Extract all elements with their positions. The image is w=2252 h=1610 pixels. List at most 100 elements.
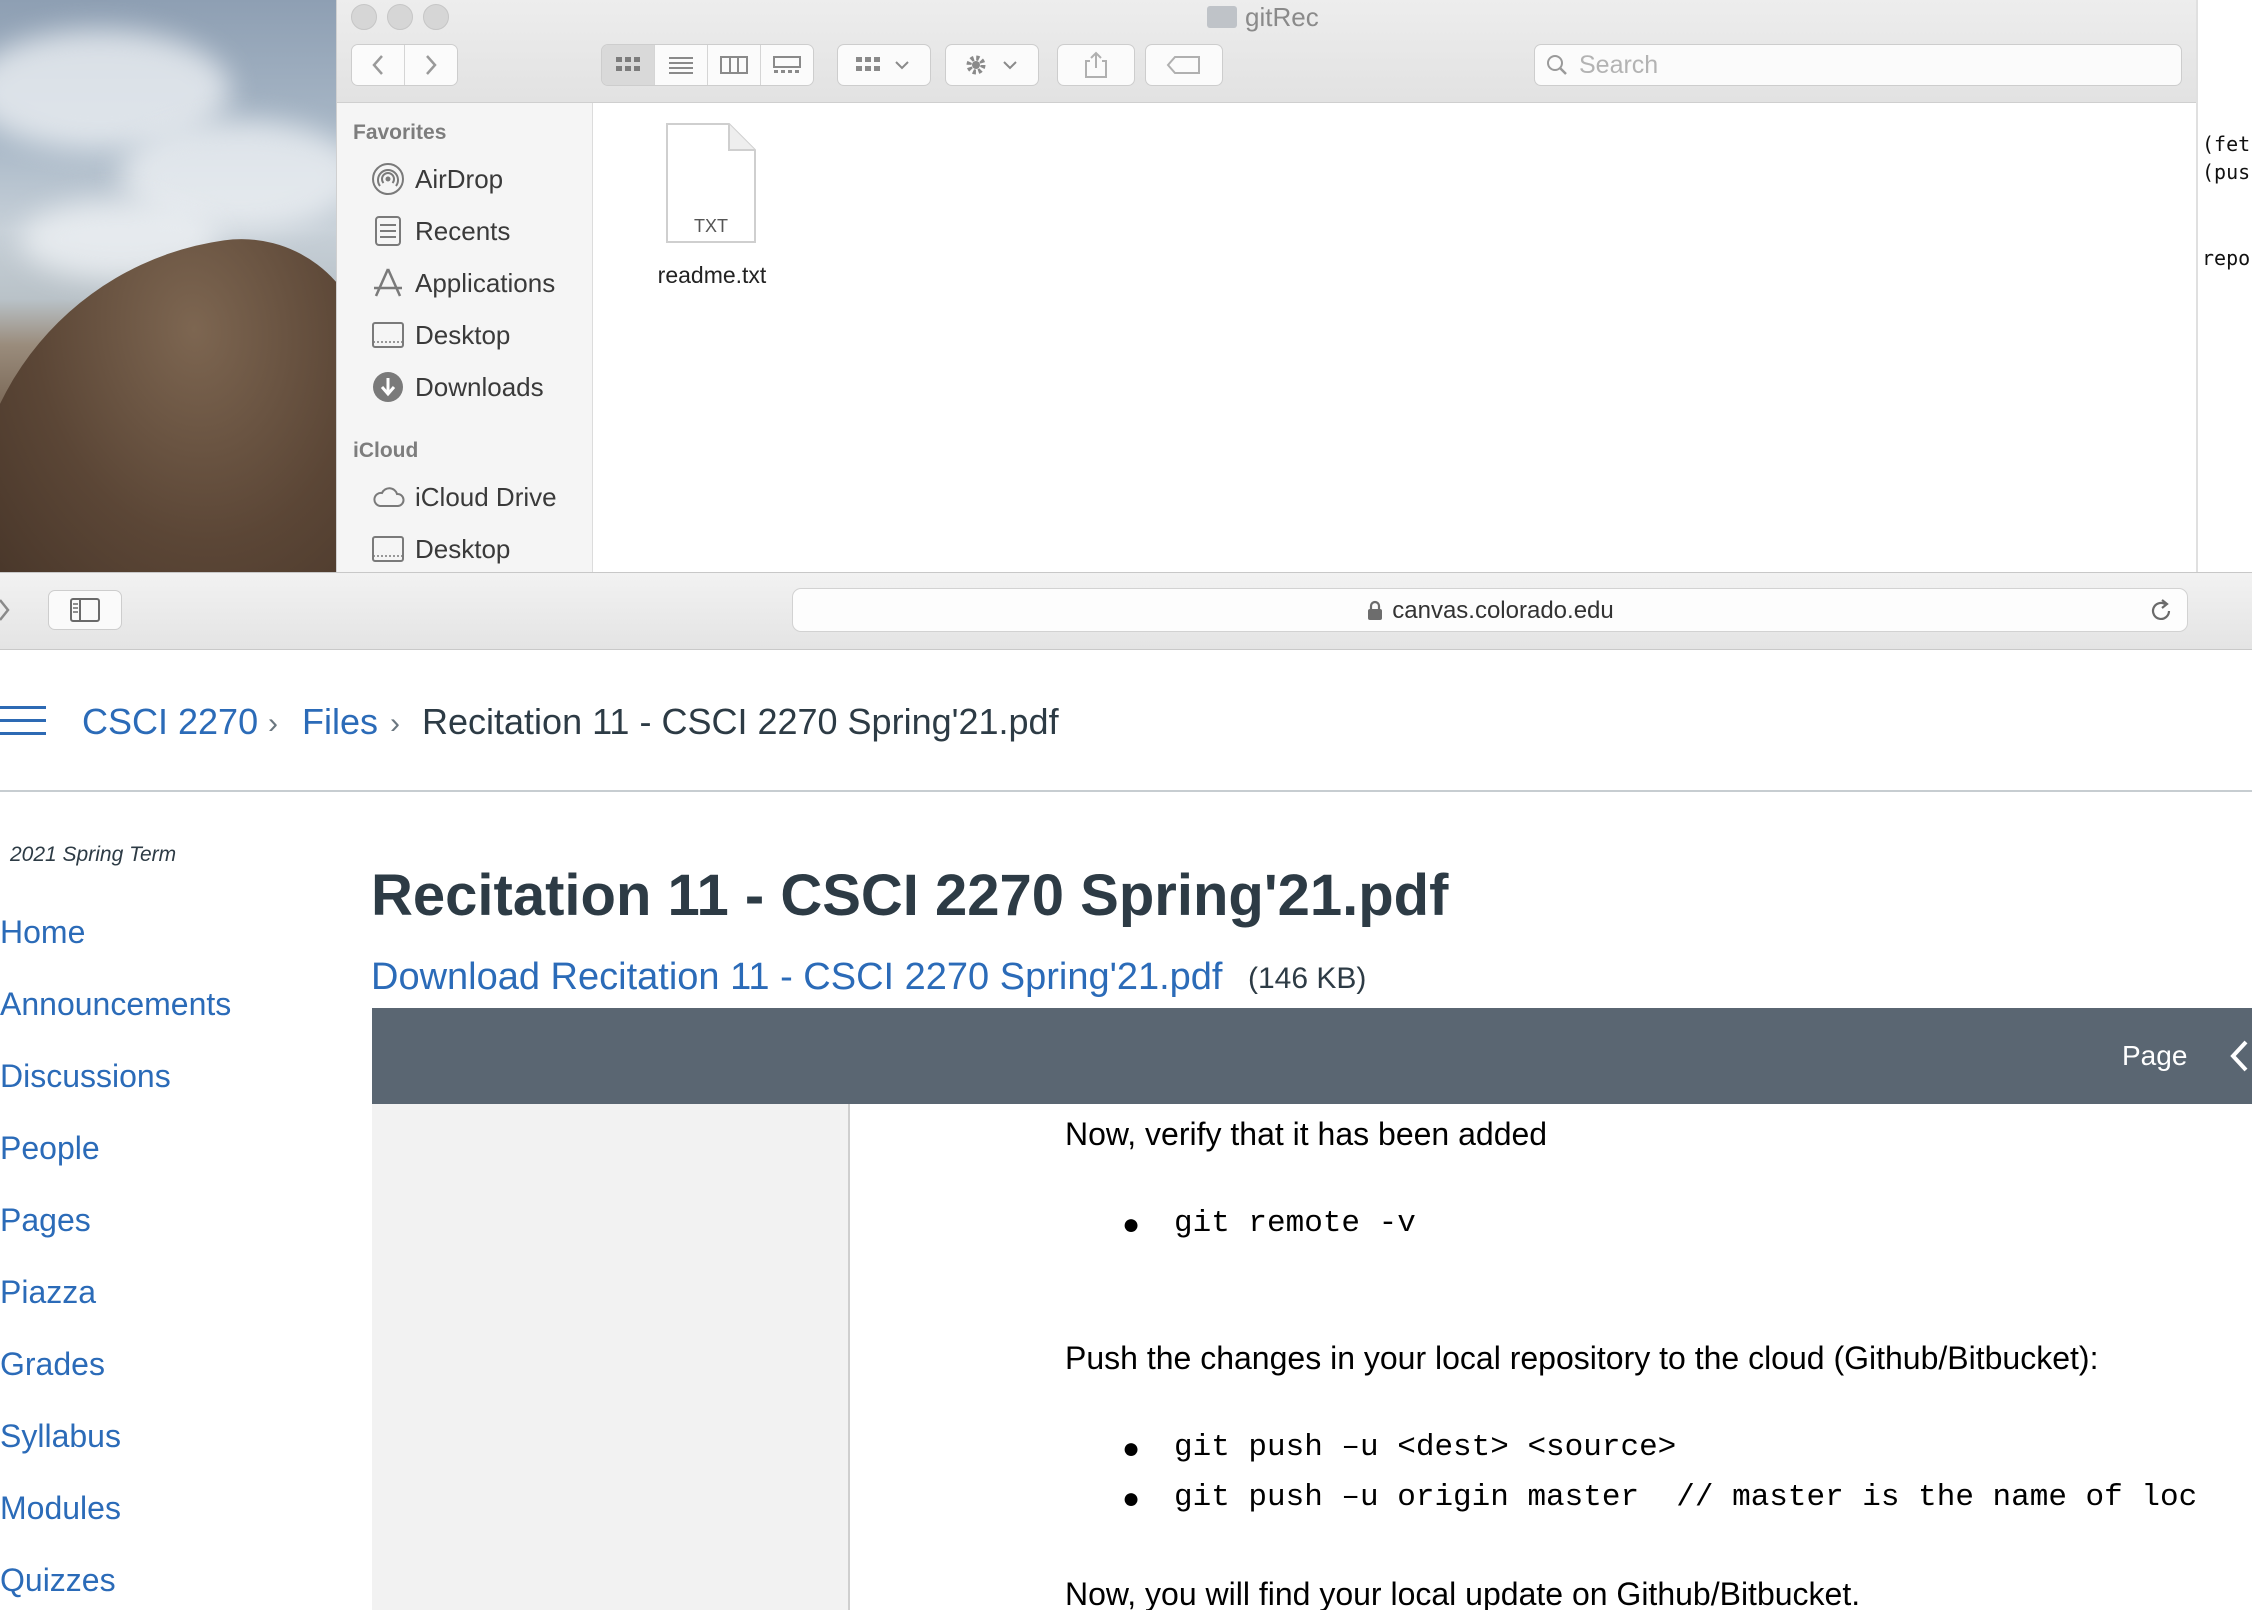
action-menu-button[interactable] bbox=[945, 44, 1039, 86]
sidebar-item-applications[interactable]: Applications bbox=[371, 263, 555, 303]
share-button[interactable] bbox=[1057, 44, 1135, 86]
icon-view-button[interactable] bbox=[602, 45, 655, 85]
file-type-label: TXT bbox=[663, 216, 759, 237]
readme-file-icon[interactable]: TXT bbox=[663, 120, 759, 246]
finder-sidebar: Favorites AirDrop Recents Applications D… bbox=[337, 103, 593, 575]
gear-chevron-icon bbox=[962, 53, 1022, 77]
airdrop-icon bbox=[371, 162, 405, 196]
sidebar-item-label: Desktop bbox=[415, 534, 510, 565]
course-nav-grades[interactable]: Grades bbox=[0, 1346, 105, 1383]
course-nav-discussions[interactable]: Discussions bbox=[0, 1058, 171, 1095]
finder-search-field[interactable] bbox=[1534, 44, 2182, 86]
breadcrumb-current: Recitation 11 - CSCI 2270 Spring'21.pdf bbox=[422, 700, 1059, 744]
sidebar-item-airdrop[interactable]: AirDrop bbox=[371, 159, 503, 199]
sidebar-item-recents[interactable]: Recents bbox=[371, 211, 510, 251]
icloud-heading: iCloud bbox=[353, 439, 418, 463]
menu-toggle-button[interactable] bbox=[0, 706, 48, 736]
bullet: ● bbox=[1122, 1208, 1140, 1242]
address-bar[interactable]: canvas.colorado.edu bbox=[792, 588, 2188, 632]
pdf-viewer-gutter bbox=[372, 1104, 850, 1610]
columns-icon bbox=[719, 55, 749, 75]
breadcrumb-separator: › bbox=[268, 702, 278, 746]
terminal-line: (fet bbox=[2202, 132, 2250, 156]
minimize-window-button[interactable] bbox=[387, 4, 413, 30]
zoom-window-button[interactable] bbox=[423, 4, 449, 30]
sidebar-item-label: AirDrop bbox=[415, 164, 503, 195]
lock-icon bbox=[1366, 599, 1384, 621]
terminal-line: (pus bbox=[2202, 160, 2250, 184]
page-title: Recitation 11 - CSCI 2270 Spring'21.pdf bbox=[371, 862, 1448, 929]
column-view-button[interactable] bbox=[708, 45, 761, 85]
course-nav-quizzes[interactable]: Quizzes bbox=[0, 1562, 116, 1599]
show-sidebar-button[interactable] bbox=[48, 590, 122, 630]
cloud-icon bbox=[371, 480, 405, 514]
list-icon bbox=[667, 55, 695, 75]
close-window-button[interactable] bbox=[351, 4, 377, 30]
sidebar-icon bbox=[69, 597, 101, 623]
nav-buttons bbox=[351, 44, 458, 86]
sidebar-item-icloud-drive[interactable]: iCloud Drive bbox=[371, 477, 557, 517]
search-icon bbox=[1545, 53, 1569, 77]
favorites-heading: Favorites bbox=[353, 121, 446, 145]
forward-button[interactable] bbox=[405, 45, 457, 85]
chevron-right-icon bbox=[0, 592, 14, 628]
view-mode-segmented bbox=[601, 44, 814, 86]
gallery-icon bbox=[772, 55, 802, 75]
chevron-right-icon bbox=[423, 53, 439, 77]
search-input[interactable] bbox=[1577, 50, 2141, 81]
share-icon bbox=[1083, 51, 1109, 79]
course-nav-pages[interactable]: Pages bbox=[0, 1202, 91, 1239]
gallery-view-button[interactable] bbox=[761, 45, 813, 85]
url-text: canvas.colorado.edu bbox=[1392, 597, 1613, 624]
list-view-button[interactable] bbox=[655, 45, 708, 85]
code-line: git push –u origin master // master is t… bbox=[1174, 1480, 2197, 1515]
bullet: ● bbox=[1122, 1482, 1140, 1516]
course-nav-syllabus[interactable]: Syllabus bbox=[0, 1418, 121, 1455]
doc-paragraph: Now, you will find your local update on … bbox=[1065, 1576, 1860, 1610]
course-nav-home[interactable]: Home bbox=[0, 914, 85, 951]
doc-paragraph: Now, verify that it has been added bbox=[1065, 1116, 1547, 1153]
finder-window: gitRec bbox=[336, 0, 2197, 575]
file-size-label: (146 KB) bbox=[1248, 962, 1366, 996]
sidebar-item-label: Recents bbox=[415, 216, 510, 247]
sidebar-item-icloud-desktop[interactable]: Desktop bbox=[371, 529, 510, 569]
desktop-icon bbox=[371, 318, 405, 352]
applications-icon bbox=[371, 266, 405, 300]
course-nav-people[interactable]: People bbox=[0, 1130, 100, 1167]
group-grid-chevron-icon bbox=[854, 54, 914, 76]
previous-page-icon[interactable] bbox=[2226, 1036, 2252, 1076]
desktop-icon bbox=[371, 532, 405, 566]
address-display: canvas.colorado.edu bbox=[793, 589, 2187, 631]
recents-icon bbox=[371, 214, 405, 248]
tag-icon bbox=[1166, 55, 1202, 75]
breadcrumb-separator: › bbox=[390, 702, 400, 746]
doc-paragraph: Push the changes in your local repositor… bbox=[1065, 1340, 2098, 1377]
reload-icon[interactable] bbox=[2147, 597, 2175, 625]
page-label: Page bbox=[2122, 1008, 2187, 1104]
chevron-left-icon bbox=[370, 53, 386, 77]
pdf-viewer-toolbar: Page bbox=[372, 1008, 2252, 1104]
pdf-page: Now, verify that it has been added ● git… bbox=[850, 1104, 2252, 1610]
desktop-wallpaper bbox=[0, 0, 336, 575]
forward-button[interactable] bbox=[0, 592, 14, 628]
terminal-window-edge: (fet (pus repo bbox=[2196, 0, 2252, 575]
tags-button[interactable] bbox=[1145, 44, 1223, 86]
file-name-label: readme.txt bbox=[607, 262, 817, 289]
group-by-button[interactable] bbox=[837, 44, 931, 86]
course-nav-announcements[interactable]: Announcements bbox=[0, 986, 231, 1023]
grid-icon bbox=[614, 55, 642, 75]
sidebar-item-desktop[interactable]: Desktop bbox=[371, 315, 510, 355]
download-file-link[interactable]: Download Recitation 11 - CSCI 2270 Sprin… bbox=[371, 956, 1223, 999]
back-button[interactable] bbox=[352, 45, 405, 85]
course-nav-piazza[interactable]: Piazza bbox=[0, 1274, 96, 1311]
folder-icon bbox=[1207, 6, 1237, 28]
sidebar-item-downloads[interactable]: Downloads bbox=[371, 367, 544, 407]
breadcrumb-course[interactable]: CSCI 2270 bbox=[82, 700, 258, 744]
downloads-icon bbox=[371, 370, 405, 404]
bullet: ● bbox=[1122, 1432, 1140, 1466]
breadcrumb-files[interactable]: Files bbox=[302, 700, 378, 744]
hamburger-line bbox=[0, 732, 46, 735]
sidebar-item-label: Downloads bbox=[415, 372, 544, 403]
course-nav-modules[interactable]: Modules bbox=[0, 1490, 121, 1527]
hamburger-line bbox=[0, 706, 46, 709]
